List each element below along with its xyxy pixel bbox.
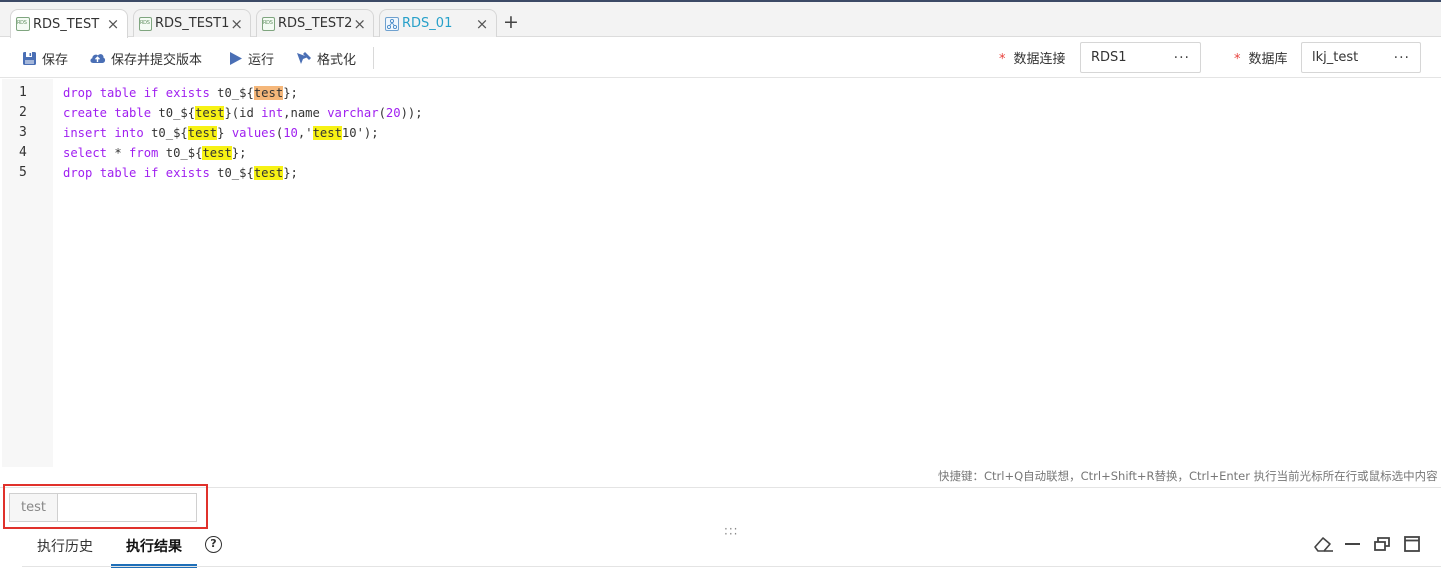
editor-toolbar: 保存 保存并提交版本 运行 格式化 * 数据连接 RDS1 ··· * 数据库 lk… — [0, 38, 1441, 78]
toolbar-divider — [373, 47, 374, 69]
add-tab-icon[interactable]: + — [503, 11, 519, 33]
code-line-2[interactable]: create table t0_${test}(id int,name varc… — [63, 104, 423, 122]
tab-rds-test2[interactable]: RDS_TEST2 × — [256, 9, 374, 37]
help-icon[interactable]: ? — [205, 536, 222, 553]
line-number: 3 — [19, 125, 27, 140]
eraser-icon[interactable] — [1312, 534, 1334, 554]
tab-rds-test[interactable]: RDS_TEST × — [10, 9, 128, 38]
save-submit-label: 保存并提交版本 — [111, 52, 203, 68]
editor-tab-bar: RDS_TEST × RDS_TEST1 × RDS_TEST2 × RDS_0… — [0, 2, 1441, 38]
more-icon[interactable]: ··· — [1394, 50, 1410, 66]
parameter-panel: test — [3, 484, 208, 529]
sql-editor[interactable]: 1 2 3 4 5 drop table if exists t0_${test… — [0, 79, 1441, 467]
restore-icon[interactable] — [1372, 534, 1394, 554]
tab-label: RDS_TEST — [33, 16, 100, 32]
shortcut-hint: 快捷键：Ctrl+Q自动联想，Ctrl+Shift+R替换，Ctrl+Enter… — [938, 469, 1438, 483]
tab-rds-01[interactable]: RDS_01 × — [379, 9, 497, 37]
tab-label: RDS_01 — [402, 16, 453, 31]
variable-highlight: test — [202, 146, 232, 160]
variable-highlight: test — [253, 166, 284, 180]
database-value: lkj_test — [1312, 50, 1359, 65]
database-select[interactable]: lkj_test ··· — [1301, 42, 1421, 73]
format-label: 格式化 — [317, 52, 357, 68]
required-mark: * — [999, 52, 1006, 67]
format-brush-icon — [297, 51, 311, 64]
variable-highlight: test — [253, 86, 284, 100]
tab-execution-result[interactable]: 执行结果 — [126, 536, 182, 556]
divider — [22, 566, 1441, 567]
maximize-icon[interactable] — [1402, 534, 1424, 554]
database-label: * 数据库 — [1234, 52, 1288, 67]
variable-highlight: test — [195, 106, 225, 120]
close-icon[interactable]: × — [229, 15, 244, 33]
code-line-4[interactable]: select * from t0_${test}; — [63, 144, 246, 162]
tab-execution-history[interactable]: 执行历史 — [37, 536, 93, 556]
close-icon[interactable]: × — [105, 15, 121, 33]
parameter-value-input[interactable] — [57, 493, 197, 522]
rds-file-icon — [16, 17, 30, 31]
line-number: 5 — [19, 165, 27, 180]
save-icon — [23, 51, 36, 65]
connection-value: RDS1 — [1091, 50, 1127, 65]
save-submit-button[interactable]: 保存并提交版本 — [89, 48, 202, 68]
connection-select[interactable]: RDS1 ··· — [1080, 42, 1201, 73]
code-line-5[interactable]: drop table if exists t0_${test}; — [63, 164, 298, 182]
connection-label: * 数据连接 — [999, 52, 1066, 67]
play-icon — [230, 51, 242, 65]
workflow-icon — [385, 16, 399, 31]
drag-handle-icon[interactable]: ··· ··· — [724, 523, 738, 540]
line-number: 1 — [19, 85, 27, 100]
code-line-3[interactable]: insert into t0_${test} values(10,'test10… — [63, 124, 379, 142]
variable-highlight: test — [187, 126, 218, 140]
code-line-1[interactable]: drop table if exists t0_${test}; — [63, 84, 298, 102]
rds-file-icon — [139, 16, 152, 31]
line-number: 2 — [19, 105, 27, 120]
save-label: 保存 — [42, 52, 69, 68]
format-button[interactable]: 格式化 — [296, 48, 356, 68]
run-label: 运行 — [248, 52, 275, 68]
minimize-icon[interactable] — [1342, 534, 1364, 554]
tab-label: RDS_TEST2 — [277, 16, 353, 31]
cloud-upload-icon — [90, 54, 106, 63]
tab-rds-test1[interactable]: RDS_TEST1 × — [133, 9, 251, 37]
required-mark: * — [1234, 52, 1241, 67]
close-icon[interactable]: × — [474, 15, 490, 33]
run-button[interactable]: 运行 — [229, 48, 274, 68]
rds-file-icon — [262, 16, 275, 31]
more-icon[interactable]: ··· — [1174, 50, 1190, 66]
tab-label: RDS_TEST1 — [154, 16, 230, 31]
parameter-name: test — [9, 493, 57, 522]
divider — [0, 487, 1441, 488]
variable-highlight: test — [312, 126, 342, 140]
line-number: 4 — [19, 145, 27, 160]
close-icon[interactable]: × — [352, 15, 367, 33]
save-button[interactable]: 保存 — [22, 48, 68, 68]
